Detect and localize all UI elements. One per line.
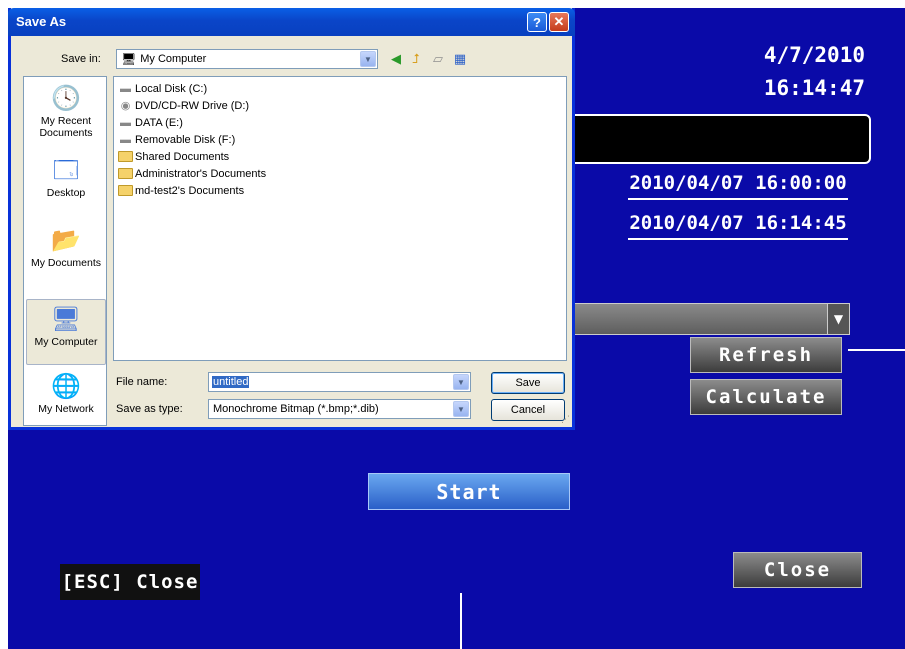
divider-line-right (848, 349, 905, 351)
close-icon[interactable]: ✕ (549, 12, 569, 32)
recent-documents-icon: 🕓 (51, 85, 81, 112)
chevron-down-icon[interactable]: ▼ (360, 51, 376, 67)
new-folder-icon[interactable]: ▱ (429, 51, 447, 67)
chevron-down-icon[interactable]: ▼ (453, 374, 469, 390)
save-as-type-dropdown[interactable]: Monochrome Bitmap (*.bmp;*.dib) ▼ (208, 399, 471, 419)
dvr-date: 4/7/2010 (763, 43, 865, 67)
save-in-value: My Computer (140, 53, 207, 65)
my-computer-icon: 🖥 (121, 52, 137, 66)
file-name: DATA (E:) (135, 116, 183, 129)
list-item[interactable]: md-test2's Documents (118, 182, 244, 199)
list-item[interactable]: ▬ Local Disk (C:) (118, 80, 207, 97)
desktop-icon: 🗔 (52, 157, 80, 184)
list-item[interactable]: Administrator's Documents (118, 165, 266, 182)
esc-close-button[interactable]: [ESC] Close (60, 564, 200, 600)
place-my-documents[interactable]: 📂 My Documents (26, 227, 106, 269)
removable-drive-icon: ▬ (120, 133, 131, 146)
start-time-field[interactable]: 2010/04/07 16:00:00 (628, 172, 848, 200)
file-name-label: File name: (116, 376, 168, 388)
list-item[interactable]: ▬ Removable Disk (F:) (118, 131, 235, 148)
place-label: My Network (38, 403, 94, 415)
list-item[interactable]: ▬ DATA (E:) (118, 114, 183, 131)
save-as-type-label: Save as type: (116, 403, 183, 415)
dialog-title: Save As (16, 14, 67, 29)
place-label: My Documents (30, 257, 102, 269)
refresh-button[interactable]: Refresh (690, 337, 842, 373)
my-computer-icon: 🖥 (50, 306, 82, 333)
views-menu-icon[interactable]: ▦ (451, 51, 469, 67)
save-as-type-value: Monochrome Bitmap (*.bmp;*.dib) (213, 403, 379, 415)
divider-line-bottom (460, 593, 462, 649)
up-folder-icon[interactable]: ⮥ (407, 51, 425, 67)
dvr-name-field[interactable] (568, 114, 871, 164)
folder-icon (118, 185, 133, 196)
my-documents-icon: 📂 (51, 227, 81, 254)
place-my-network[interactable]: 🌐 My Network (26, 373, 106, 415)
end-time-field[interactable]: 2010/04/07 16:14:45 (628, 212, 848, 240)
save-button[interactable]: Save (491, 372, 565, 394)
dvr-device-dropdown[interactable]: ▼ (568, 303, 850, 335)
place-my-computer[interactable]: 🖥 My Computer (26, 299, 106, 365)
dvr-time: 16:14:47 (763, 76, 865, 100)
file-name: DVD/CD-RW Drive (D:) (135, 99, 250, 112)
place-label: Desktop (46, 187, 86, 199)
file-name: Local Disk (C:) (135, 82, 208, 95)
calculate-button[interactable]: Calculate (690, 379, 842, 415)
chevron-down-icon[interactable]: ▼ (453, 401, 469, 417)
start-button[interactable]: Start (368, 473, 570, 510)
place-recent-documents[interactable]: 🕓 My Recent Documents (26, 85, 106, 139)
folder-icon (118, 168, 133, 179)
folder-icon (118, 151, 133, 162)
file-name-value: untitled (212, 376, 250, 388)
save-in-dropdown[interactable]: 🖥 My Computer ▼ (116, 49, 378, 69)
resize-grip-icon[interactable]: ⋰ (560, 415, 570, 425)
list-item[interactable]: Shared Documents (118, 148, 229, 165)
place-desktop[interactable]: 🗔 Desktop (26, 157, 106, 199)
file-name-input[interactable]: untitled ▼ (208, 372, 471, 392)
drive-icon: ▬ (120, 116, 131, 129)
list-item[interactable]: ◉ DVD/CD-RW Drive (D:) (118, 97, 249, 114)
file-name: Administrator's Documents (135, 167, 267, 180)
file-name: md-test2's Documents (135, 184, 245, 197)
place-label: My Computer (34, 336, 98, 348)
dvd-drive-icon: ◉ (120, 99, 131, 112)
places-bar: 🕓 My Recent Documents 🗔 Desktop 📂 My Doc… (23, 76, 107, 426)
close-button[interactable]: Close (733, 552, 862, 588)
save-as-dialog: Save As ? ✕ Save in: 🖥 My Computer ▼ ◀ ⮥… (8, 8, 575, 430)
back-icon[interactable]: ◀ (387, 51, 405, 67)
my-network-icon: 🌐 (51, 373, 81, 400)
drive-icon: ▬ (120, 82, 131, 95)
dialog-titlebar[interactable]: Save As ? ✕ (8, 8, 575, 36)
file-name: Shared Documents (135, 150, 230, 163)
cancel-button[interactable]: Cancel (491, 399, 565, 421)
place-label: My Recent Documents (39, 115, 93, 139)
file-list[interactable]: ▬ Local Disk (C:) ◉ DVD/CD-RW Drive (D:)… (113, 76, 567, 361)
save-in-label: Save in: (61, 53, 101, 65)
file-name: Removable Disk (F:) (135, 133, 236, 146)
chevron-down-icon[interactable]: ▼ (827, 304, 849, 334)
help-icon[interactable]: ? (527, 12, 547, 32)
